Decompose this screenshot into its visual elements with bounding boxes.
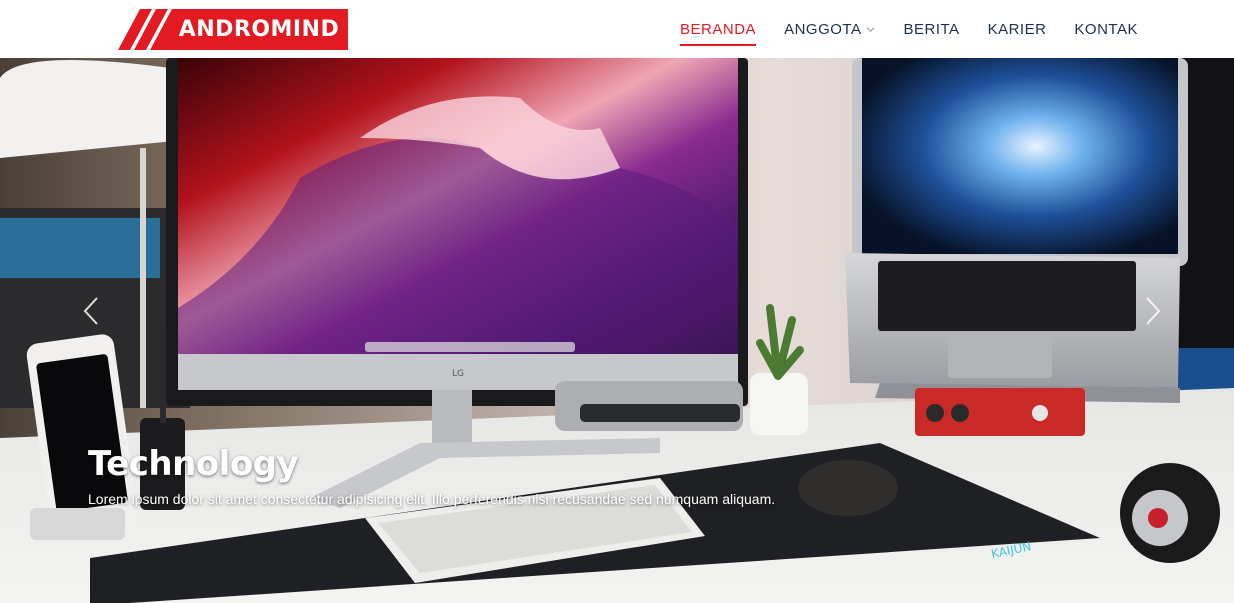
nav-item-karier[interactable]: KARIER [988, 0, 1047, 58]
slide-description: Lorem ipsum dolor sit amet consectetur a… [88, 491, 776, 507]
nav-item-anggota[interactable]: ANGGOTA [784, 0, 875, 58]
nav-item-kontak[interactable]: KONTAK [1074, 0, 1138, 58]
nav-item-label: KARIER [987, 20, 1047, 38]
slide-title: Technology [88, 444, 299, 484]
site-header: ANDROMIND BERANDA ANGGOTA BERITA KARIER … [0, 0, 1234, 58]
nav-item-beranda[interactable]: BERANDA [680, 0, 757, 58]
nav-item-berita[interactable]: BERITA [903, 0, 959, 58]
carousel-next-button[interactable] [1138, 284, 1168, 338]
nav-item-label: BERITA [903, 20, 960, 38]
nav-item-label: KONTAK [1074, 20, 1138, 38]
brand-name[interactable]: ANDROMIND [170, 9, 348, 50]
nav-item-label: ANGGOTA [784, 20, 862, 38]
carousel-prev-button[interactable] [76, 284, 106, 338]
chevron-left-icon [83, 297, 98, 325]
hero-slide-image: LG KAIJUN [0, 58, 1234, 603]
chevron-down-icon [866, 26, 875, 32]
main-nav: BERANDA ANGGOTA BERITA KARIER KONTAK [680, 0, 1138, 58]
hero-carousel: LG KAIJUN Technology Lorem ipsum dolor s… [0, 58, 1234, 603]
monitor-brand-label: LG [452, 369, 464, 379]
chevron-right-icon [1146, 297, 1161, 325]
nav-item-label: BERANDA [680, 20, 757, 38]
slide-caption: Technology Lorem ipsum dolor sit amet co… [88, 442, 775, 508]
